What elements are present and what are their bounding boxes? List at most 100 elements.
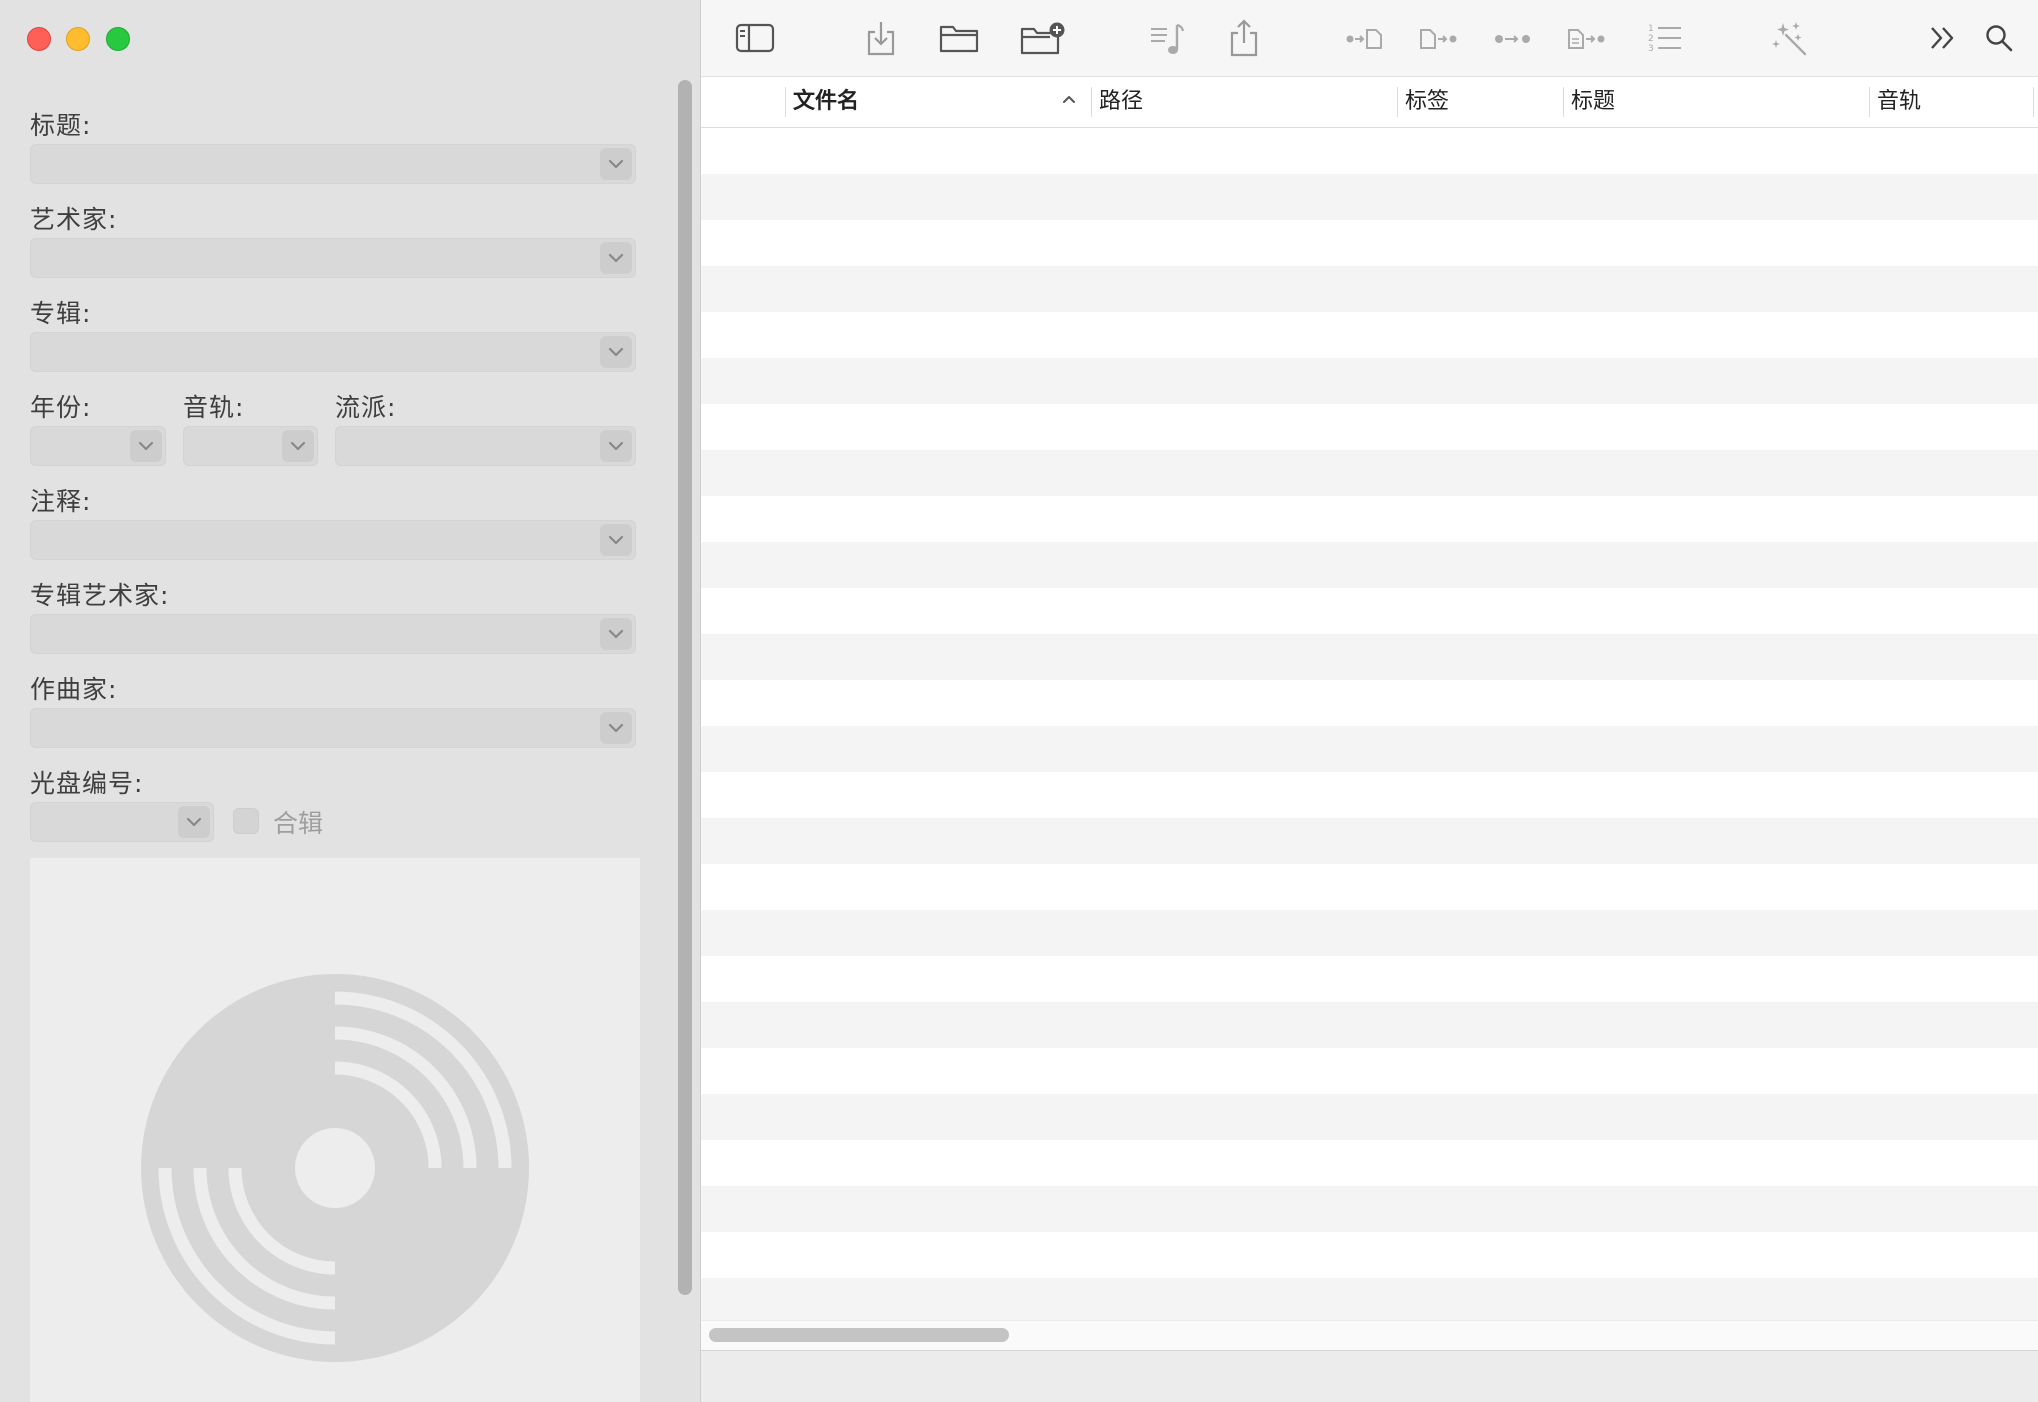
track-combo[interactable] (183, 426, 318, 466)
table-row[interactable] (701, 910, 2038, 956)
table-row[interactable] (701, 174, 2038, 220)
svg-text:2: 2 (1648, 34, 1654, 44)
genre-combo[interactable] (335, 426, 636, 466)
magic-wand-icon[interactable] (1768, 14, 1812, 62)
album-artist-combo[interactable] (30, 614, 636, 654)
sort-ascending-icon[interactable] (1061, 93, 1077, 105)
horizontal-scroll-thumb[interactable] (709, 1328, 1009, 1342)
compilation-label: 合辑 (273, 809, 324, 838)
table-row[interactable] (701, 588, 2038, 634)
tag-from-filename-icon[interactable] (1343, 14, 1387, 62)
minimize-window-button[interactable] (66, 27, 90, 51)
playlist-icon[interactable] (1147, 14, 1187, 62)
artist-combo[interactable] (30, 238, 636, 278)
table-row[interactable] (701, 1094, 2038, 1140)
table-row[interactable] (701, 1002, 2038, 1048)
composer-dropdown-button[interactable] (600, 712, 632, 744)
column-divider[interactable] (1397, 87, 1398, 117)
artist-dropdown-button[interactable] (600, 242, 632, 274)
numbering-icon[interactable]: 123 (1643, 14, 1687, 62)
tag-from-text-icon[interactable] (1565, 14, 1609, 62)
column-divider[interactable] (2033, 87, 2034, 117)
chevron-down-icon (290, 441, 306, 451)
file-table-body[interactable] (701, 128, 2038, 1320)
toolbar: 123 (701, 0, 2038, 77)
maximize-window-button[interactable] (106, 27, 130, 51)
album-dropdown-button[interactable] (600, 336, 632, 368)
genre-label: 流派: (335, 393, 397, 422)
table-row[interactable] (701, 726, 2038, 772)
app-window: 标题: 艺术家: 专辑: 年份: 音轨: 流派: 注释: 专辑艺术家: 作曲家:… (0, 0, 2038, 1402)
table-row[interactable] (701, 542, 2038, 588)
column-header-tags[interactable]: 标签 (1405, 87, 1449, 117)
table-row[interactable] (701, 1048, 2038, 1094)
sidebar-toggle-icon[interactable] (733, 14, 777, 62)
compilation-checkbox[interactable] (233, 808, 259, 834)
album-combo[interactable] (30, 332, 636, 372)
table-row[interactable] (701, 128, 2038, 174)
table-row[interactable] (701, 956, 2038, 1002)
column-header-filename[interactable]: 文件名 (793, 87, 859, 117)
sidebar-scrollbar[interactable] (678, 80, 692, 1295)
composer-combo[interactable] (30, 708, 636, 748)
track-dropdown-button[interactable] (282, 430, 314, 462)
table-row[interactable] (701, 1140, 2038, 1186)
table-row[interactable] (701, 450, 2038, 496)
year-dropdown-button[interactable] (130, 430, 162, 462)
table-row[interactable] (701, 220, 2038, 266)
comment-label: 注释: (30, 487, 92, 516)
composer-label: 作曲家: (30, 675, 118, 704)
chevron-down-icon (608, 629, 624, 639)
genre-dropdown-button[interactable] (600, 430, 632, 462)
open-folder-icon[interactable] (937, 14, 981, 62)
chevron-down-icon (608, 535, 624, 545)
chevron-down-icon (138, 441, 154, 451)
table-row[interactable] (701, 1232, 2038, 1278)
table-row[interactable] (701, 818, 2038, 864)
comment-combo[interactable] (30, 520, 636, 560)
disc-number-dropdown-button[interactable] (178, 806, 210, 838)
svg-text:3: 3 (1648, 44, 1654, 54)
column-divider[interactable] (785, 87, 786, 117)
title-label: 标题: (30, 111, 92, 140)
table-row[interactable] (701, 312, 2038, 358)
import-icon[interactable] (861, 14, 901, 62)
chevron-down-icon (186, 817, 202, 827)
column-divider[interactable] (1563, 87, 1564, 117)
table-row[interactable] (701, 634, 2038, 680)
album-artist-dropdown-button[interactable] (600, 618, 632, 650)
search-icon[interactable] (1979, 14, 2019, 62)
filename-from-tag-icon[interactable] (1417, 14, 1461, 62)
table-row[interactable] (701, 1278, 2038, 1320)
column-divider[interactable] (1869, 87, 1870, 117)
column-divider[interactable] (1091, 87, 1092, 117)
artwork-well[interactable] (30, 858, 640, 1402)
column-header-track[interactable]: 音轨 (1877, 87, 1921, 117)
table-header: 文件名 路径 标签 标题 音轨 (701, 77, 2038, 128)
table-row[interactable] (701, 404, 2038, 450)
horizontal-scrollbar[interactable] (701, 1320, 2038, 1351)
more-chevrons-icon[interactable] (1923, 14, 1963, 62)
title-dropdown-button[interactable] (600, 148, 632, 180)
title-combo[interactable] (30, 144, 636, 184)
table-row[interactable] (701, 496, 2038, 542)
year-combo[interactable] (30, 426, 166, 466)
share-icon[interactable] (1224, 14, 1264, 62)
table-row[interactable] (701, 864, 2038, 910)
column-header-path[interactable]: 路径 (1099, 87, 1143, 117)
close-window-button[interactable] (27, 27, 51, 51)
add-folder-icon[interactable] (1019, 14, 1067, 62)
cd-disc-icon (141, 974, 529, 1362)
chevron-down-icon (608, 253, 624, 263)
table-row[interactable] (701, 772, 2038, 818)
table-row[interactable] (701, 680, 2038, 726)
table-row[interactable] (701, 358, 2038, 404)
column-header-title[interactable]: 标题 (1571, 87, 1615, 117)
album-artist-label: 专辑艺术家: (30, 581, 170, 610)
disc-number-combo[interactable] (30, 802, 214, 842)
year-label: 年份: (30, 393, 92, 422)
tag-to-tag-icon[interactable] (1491, 14, 1535, 62)
table-row[interactable] (701, 266, 2038, 312)
table-row[interactable] (701, 1186, 2038, 1232)
comment-dropdown-button[interactable] (600, 524, 632, 556)
